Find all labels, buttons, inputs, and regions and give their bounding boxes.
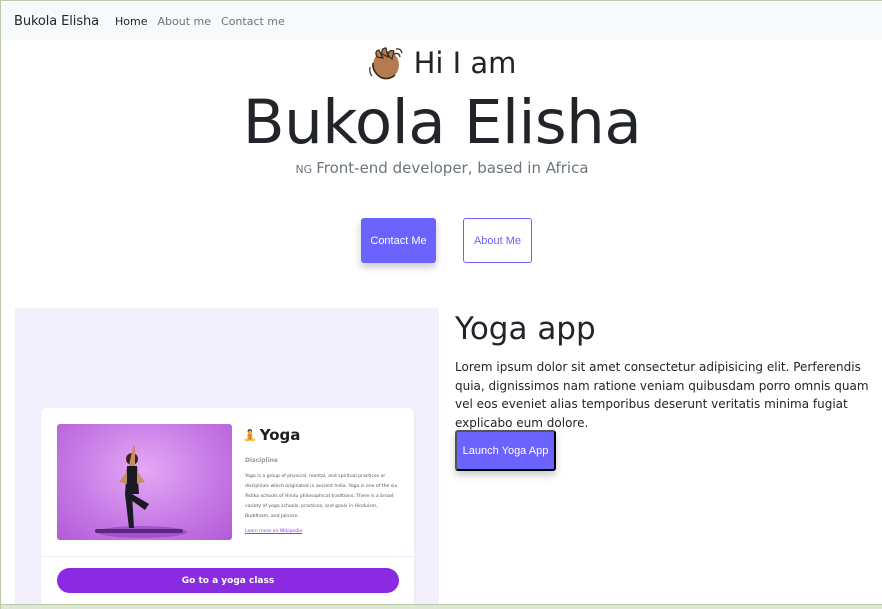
greeting-text: Hi I am (413, 46, 517, 80)
country-flag: NG (295, 163, 313, 176)
project-title: Yoga app (455, 311, 596, 347)
window-bottom-edge (1, 604, 882, 609)
yoga-preview-card: 🧘 Yoga Discipline Yoga is a group of phy… (41, 408, 414, 609)
preview-title-text: Yoga (259, 426, 301, 444)
yoga-pose-image (57, 424, 232, 540)
nav-link-about[interactable]: About me (158, 15, 212, 28)
launch-yoga-app-button[interactable]: Launch Yoga App (455, 430, 556, 471)
nav-link-contact[interactable]: Contact me (221, 15, 285, 28)
hero-tagline: NG Front-end developer, based in Africa (1, 159, 882, 177)
about-me-button[interactable]: About Me (463, 218, 532, 263)
preview-title: 🧘 Yoga (243, 426, 300, 444)
nav-link-home[interactable]: Home (115, 15, 147, 28)
hero-name: Bukola Elisha (242, 87, 642, 158)
waving-hand-icon (368, 47, 403, 80)
person-meditating-icon: 🧘 (243, 428, 257, 442)
tagline-text: Front-end developer, based in Africa (316, 159, 589, 177)
yoga-class-button[interactable]: Go to a yoga class (57, 568, 399, 593)
project-description: Lorem ipsum dolor sit amet consectetur a… (455, 360, 869, 430)
contact-me-button[interactable]: Contact Me (361, 218, 436, 263)
preview-subtitle: Discipline (245, 457, 278, 464)
navbar-brand[interactable]: Bukola Elisha (14, 14, 99, 29)
hero-greeting: Hi I am (1, 45, 882, 81)
project-preview-panel: 🧘 Yoga Discipline Yoga is a group of phy… (15, 308, 439, 609)
preview-description: Yoga is a group of physical, mental, and… (245, 474, 398, 519)
card-divider (41, 556, 414, 557)
yoga-figure-illustration (95, 446, 187, 538)
wikipedia-link[interactable]: Learn more on Wikipedia (245, 529, 302, 534)
navbar: Bukola Elisha Home About me Contact me (1, 2, 882, 40)
